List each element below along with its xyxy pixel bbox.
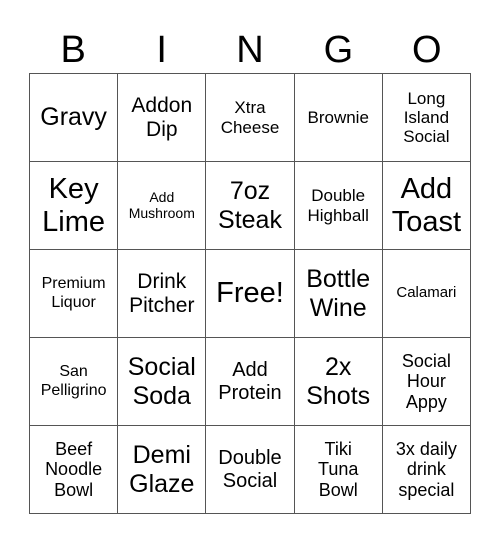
cell-label: 7oz Steak [218,177,282,234]
cell-label: Social Soda [127,353,196,410]
bingo-cell[interactable]: Key Lime [30,162,119,250]
cell-label: Bottle Wine [306,265,371,322]
header-letter-o: O [412,29,442,71]
cell-label: Drink Pitcher [129,269,195,317]
bingo-cell[interactable]: Add Toast [382,162,471,250]
header-letter-g: G [323,29,354,71]
header-letter-b: B [60,29,86,71]
bingo-cell[interactable]: Demi Glaze [118,426,207,514]
cell-label: Xtra Cheese [220,98,280,137]
header-letter-n: N [236,29,264,71]
bingo-cell[interactable]: Gravy [30,74,119,162]
cell-label: Double Highball [307,186,369,225]
bingo-cell[interactable]: Social Soda [118,338,207,426]
cell-label: Double Social [218,446,282,492]
bingo-cell[interactable]: Long Island Social [382,74,471,162]
bingo-cell[interactable]: Bottle Wine [294,250,383,338]
cell-label: Add Toast [391,172,462,238]
bingo-cell[interactable]: Calamari [382,250,471,338]
cell-label: Addon Dip [131,93,193,141]
cell-label: Beef Noodle Bowl [45,439,103,500]
cell-label: Social Hour Appy [401,351,451,412]
bingo-cell[interactable]: Xtra Cheese [206,74,295,162]
header-letter-i: I [156,29,167,71]
cell-label: 3x daily drink special [395,439,457,500]
bingo-cell[interactable]: Beef Noodle Bowl [30,426,119,514]
bingo-cell[interactable]: 2x Shots [294,338,383,426]
cell-label: Tiki Tuna Bowl [318,439,359,500]
bingo-cell[interactable]: Double Highball [294,162,383,250]
bingo-cell[interactable]: Social Hour Appy [382,338,471,426]
cell-label: Free! [216,277,284,310]
bingo-cell-free[interactable]: Free! [206,250,295,338]
cell-label: Gravy [40,103,107,132]
cell-label: Demi Glaze [129,441,195,498]
cell-label: Premium Liquor [41,275,106,311]
cell-label: Key Lime [42,172,106,238]
cell-label: 2x Shots [306,353,371,410]
bingo-card-grid: Gravy Addon Dip Xtra Cheese Brownie Long… [29,73,471,514]
bingo-cell[interactable]: Drink Pitcher [118,250,207,338]
bingo-header: B I N G O [29,27,471,73]
bingo-cell[interactable]: Double Social [206,426,295,514]
cell-label: Calamari [396,284,457,302]
bingo-cell[interactable]: Brownie [294,74,383,162]
cell-label: Brownie [307,107,369,127]
cell-label: Add Protein [218,358,282,404]
bingo-cell[interactable]: Addon Dip [118,74,207,162]
bingo-cell[interactable]: Tiki Tuna Bowl [294,426,383,514]
bingo-cell[interactable]: 3x daily drink special [382,426,471,514]
cell-label: Add Mushroom [128,188,195,221]
bingo-cell[interactable]: Add Mushroom [118,162,207,250]
bingo-cell[interactable]: Premium Liquor [30,250,119,338]
bingo-cell[interactable]: San Pelligrino [30,338,119,426]
bingo-cell[interactable]: 7oz Steak [206,162,295,250]
bingo-cell[interactable]: Add Protein [206,338,295,426]
cell-label: Long Island Social [403,88,450,147]
cell-label: San Pelligrino [40,363,107,399]
